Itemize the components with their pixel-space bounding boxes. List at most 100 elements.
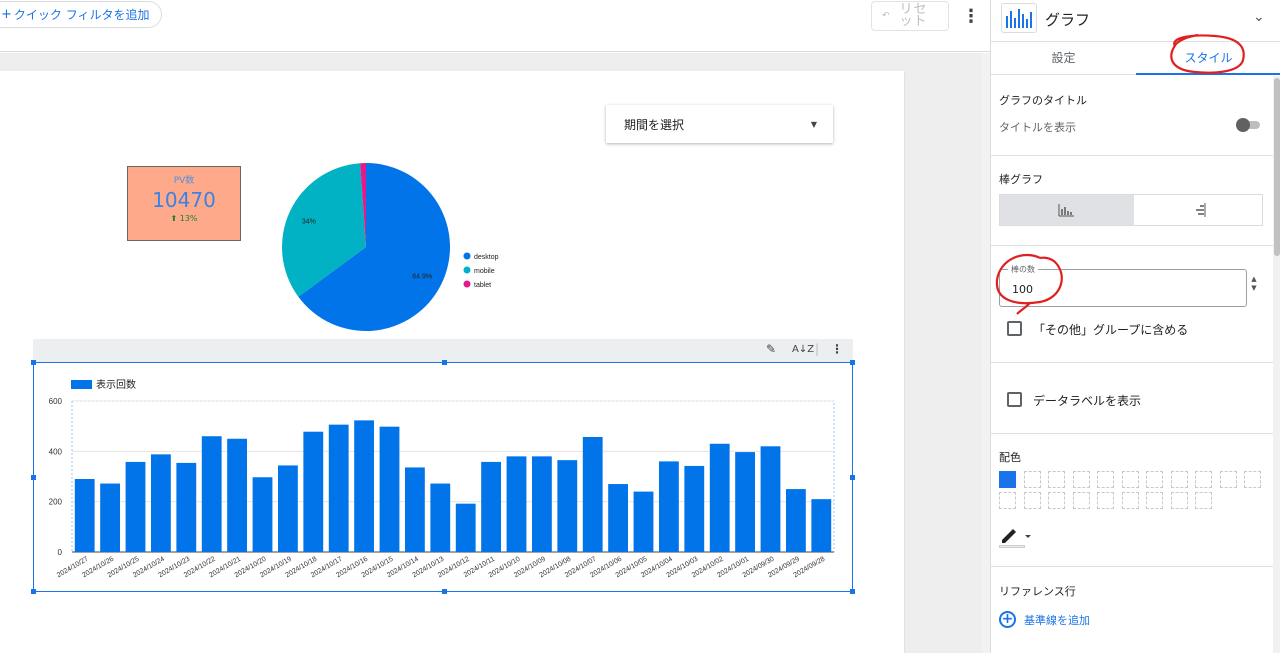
bar-2024/09/28[interactable] [811,499,832,552]
data-labels-label: データラベルを表示 [1033,394,1142,408]
bar-2024/10/19[interactable] [277,465,298,552]
properties-panel: グラフ ⌄ 設定 スタイル グラフのタイトル タイトルを表示 棒グラフ 棒の数 … [990,0,1280,653]
scorecard-delta-value: 13% [179,214,198,223]
bar-2024/10/10[interactable] [506,456,527,552]
color-section-heading: 配色 [999,451,1021,464]
color-swatch-empty[interactable] [1072,492,1090,509]
data-labels-checkbox[interactable] [1007,392,1022,407]
pv-scorecard[interactable]: PV数 10470 ⬆ 13% [127,166,241,241]
color-swatch-empty[interactable] [1195,471,1212,488]
reset-button[interactable]: ↶ リセット [871,1,949,31]
color-swatch-empty[interactable] [1121,492,1139,509]
color-picker-button[interactable] [999,524,1039,548]
horizontal-bars-option[interactable] [1134,195,1262,225]
panel-scrollbar[interactable] [1273,76,1280,653]
stepper-down-icon[interactable]: ▼ [1249,284,1259,293]
color-swatch-empty[interactable] [1097,471,1114,488]
color-swatch-empty[interactable] [1146,471,1163,488]
legend-label-desktop: desktop [474,254,499,261]
color-swatch-selected[interactable] [999,471,1016,488]
sort-az-icon[interactable]: A↓Z [792,344,814,355]
resize-handle[interactable] [442,589,447,594]
color-swatch-empty[interactable] [1170,471,1188,488]
bar-2024/10/01[interactable] [735,452,756,552]
bar-2024/10/22[interactable] [201,436,222,552]
y-tick-label: 200 [49,498,63,507]
color-swatch-empty[interactable] [1048,471,1065,488]
section-divider [991,155,1273,156]
color-swatch-empty[interactable] [1072,471,1090,488]
add-reference-line-button[interactable]: + 基準線を追加 [999,611,1090,628]
tab-style[interactable]: スタイル [1136,43,1280,75]
bar-2024/10/23[interactable] [176,462,197,552]
scorecard-label: PV数 [173,176,195,186]
panel-tabs: 設定 スタイル [991,43,1280,75]
chart-more-vert-icon[interactable]: ⋮ [831,342,843,356]
show-title-toggle[interactable] [1236,118,1262,132]
bar-2024/10/26[interactable] [100,483,121,552]
bar-count-value[interactable]: 100 [1012,283,1033,296]
y-tick-label: 400 [49,447,63,456]
bar-2024/10/14[interactable] [404,467,425,552]
color-swatch-empty[interactable] [1097,492,1114,509]
bar-2024/10/20[interactable] [252,477,273,552]
legend-swatch [71,380,92,389]
color-swatch-empty[interactable] [1146,492,1163,509]
bar-2024/10/02[interactable] [709,443,730,552]
date-range-picker[interactable]: 期間を選択 ▼ [606,105,833,143]
stepper-up-icon[interactable]: ▲ [1249,275,1259,284]
color-swatch-empty[interactable] [1244,471,1261,488]
resize-handle[interactable] [31,360,36,365]
resize-handle[interactable] [850,475,855,480]
bar-2024/10/24[interactable] [150,454,171,552]
pageviews-bar-chart[interactable]: 表示回数02004006002024/10/272024/10/262024/1… [34,363,852,591]
color-swatch-empty[interactable] [1121,471,1139,488]
others-group-checkbox[interactable] [1007,321,1022,336]
bar-2024/10/13[interactable] [430,483,451,552]
bar-count-field[interactable]: 棒の数 100 [999,264,1247,307]
bar-count-stepper[interactable]: ▲ ▼ [1249,275,1259,301]
edit-pencil-icon[interactable]: ✎ [766,342,776,356]
bar-2024/10/25[interactable] [125,461,146,552]
resize-handle[interactable] [31,475,36,480]
add-quick-filter-button[interactable]: + クイック フィルタを追加 [0,1,163,28]
chevron-down-icon[interactable]: ⌄ [1253,9,1265,25]
bar-2024/10/03[interactable] [684,465,705,552]
bar-2024/10/05[interactable] [633,491,654,552]
bar-2024/10/09[interactable] [531,456,552,552]
bar-2024/10/27[interactable] [74,479,95,552]
bar-2024/10/21[interactable] [227,438,248,552]
color-swatch-empty[interactable] [1219,471,1237,488]
bar-2024/10/18[interactable] [303,431,324,552]
bar-chart-type-icon[interactable] [1001,3,1037,33]
color-swatch-empty[interactable] [1048,492,1065,509]
bar-2024/10/16[interactable] [354,420,375,552]
bar-2024/09/30[interactable] [760,446,781,552]
resize-handle[interactable] [442,360,447,365]
bar-2024/10/04[interactable] [658,461,679,552]
resize-handle[interactable] [850,360,855,365]
panel-scroll-thumb[interactable] [1274,78,1280,256]
bar-2024/10/17[interactable] [328,424,349,552]
bar-2024/10/08[interactable] [557,460,578,552]
bar-2024/10/15[interactable] [379,426,400,552]
vertical-bars-option[interactable] [1000,195,1134,225]
report-toolbar: + クイック フィルタを追加 ↶ リセット ⋮ [0,0,990,52]
bar-2024/10/06[interactable] [608,484,629,552]
resize-handle[interactable] [850,589,855,594]
canvas-scrollbar[interactable] [982,53,990,653]
color-swatch-empty[interactable] [1023,471,1041,488]
device-pie-chart[interactable]: 64.9% 34% desktop mobile tablet [270,163,510,338]
bar-chart-component[interactable]: 表示回数 0 200 400 600 2024/10/27 2024/10/26 2024/1… [31,360,855,594]
resize-handle[interactable] [31,589,36,594]
tab-setup[interactable]: 設定 [991,43,1136,75]
bar-2024/09/29[interactable] [785,489,806,552]
bar-2024/10/12[interactable] [455,503,476,552]
bar-2024/10/07[interactable] [582,436,603,552]
color-swatch-empty[interactable] [1170,492,1188,509]
color-swatch-empty[interactable] [1023,492,1041,509]
bar-2024/10/11[interactable] [481,461,502,552]
color-swatch-empty[interactable] [1195,492,1212,509]
more-vert-icon[interactable]: ⋮ [962,6,980,27]
color-swatch-empty[interactable] [999,492,1016,509]
